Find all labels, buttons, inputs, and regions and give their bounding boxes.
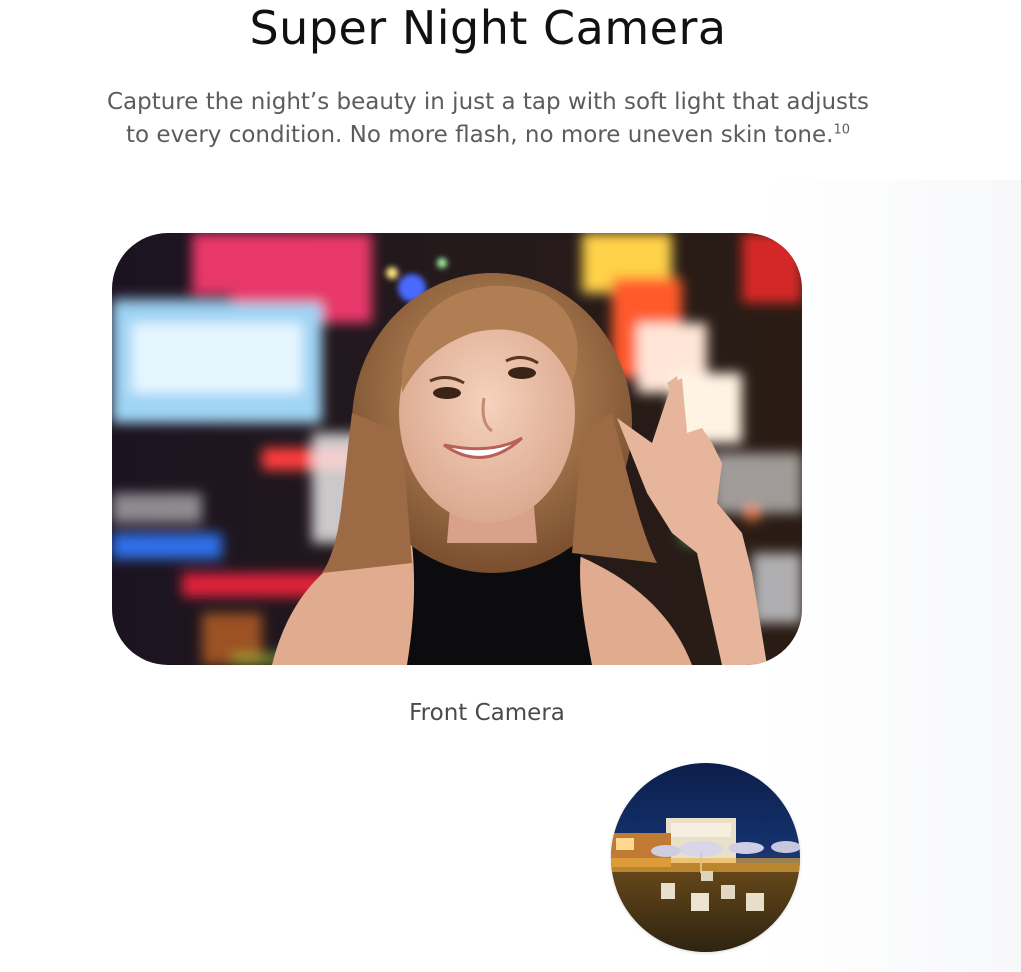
front-camera-photo [112,233,802,665]
subtitle-line-1: Capture the night’s beauty in just a tap… [106,89,870,115]
photo-caption: Front Camera [409,700,565,726]
page-subtitle: Capture the night’s beauty in just a tap… [0,86,976,152]
subtitle-line-2: to every condition. No more flash, no mo… [126,122,834,148]
night-scene-thumbnail[interactable] [611,763,800,952]
footnote-marker: 10 [833,122,850,138]
page-title: Super Night Camera [249,1,727,55]
